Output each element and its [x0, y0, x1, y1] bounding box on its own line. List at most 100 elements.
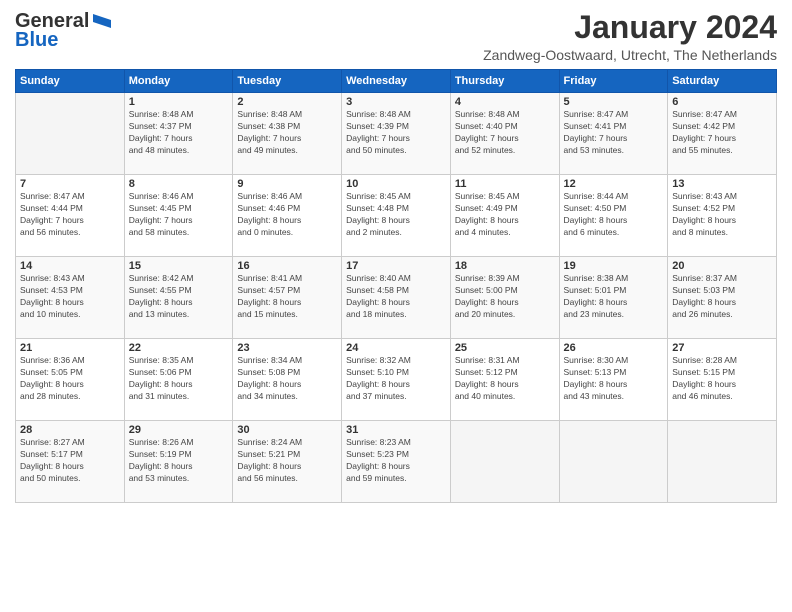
day-number: 31	[346, 424, 446, 436]
day-info: Sunrise: 8:48 AMSunset: 4:39 PMDaylight:…	[346, 109, 446, 157]
day-info: Sunrise: 8:36 AMSunset: 5:05 PMDaylight:…	[20, 355, 120, 403]
day-number: 9	[237, 178, 337, 190]
day-info: Sunrise: 8:44 AMSunset: 4:50 PMDaylight:…	[564, 191, 664, 239]
cell-w1-d5: 5Sunrise: 8:47 AMSunset: 4:41 PMDaylight…	[559, 93, 668, 175]
day-number: 24	[346, 342, 446, 354]
day-number: 12	[564, 178, 664, 190]
logo-blue: Blue	[15, 29, 58, 52]
cell-w2-d4: 11Sunrise: 8:45 AMSunset: 4:49 PMDayligh…	[450, 175, 559, 257]
day-number: 13	[672, 178, 772, 190]
cell-w5-d5	[559, 421, 668, 503]
day-info: Sunrise: 8:31 AMSunset: 5:12 PMDaylight:…	[455, 355, 555, 403]
col-tuesday: Tuesday	[233, 70, 342, 93]
cell-w1-d1: 1Sunrise: 8:48 AMSunset: 4:37 PMDaylight…	[124, 93, 233, 175]
day-info: Sunrise: 8:30 AMSunset: 5:13 PMDaylight:…	[564, 355, 664, 403]
cell-w4-d3: 24Sunrise: 8:32 AMSunset: 5:10 PMDayligh…	[342, 339, 451, 421]
day-number: 8	[129, 178, 229, 190]
cell-w3-d5: 19Sunrise: 8:38 AMSunset: 5:01 PMDayligh…	[559, 257, 668, 339]
day-info: Sunrise: 8:43 AMSunset: 4:53 PMDaylight:…	[20, 273, 120, 321]
week-row-5: 28Sunrise: 8:27 AMSunset: 5:17 PMDayligh…	[16, 421, 777, 503]
cell-w3-d3: 17Sunrise: 8:40 AMSunset: 4:58 PMDayligh…	[342, 257, 451, 339]
cell-w3-d6: 20Sunrise: 8:37 AMSunset: 5:03 PMDayligh…	[668, 257, 777, 339]
day-info: Sunrise: 8:46 AMSunset: 4:45 PMDaylight:…	[129, 191, 229, 239]
week-row-2: 7Sunrise: 8:47 AMSunset: 4:44 PMDaylight…	[16, 175, 777, 257]
day-info: Sunrise: 8:26 AMSunset: 5:19 PMDaylight:…	[129, 437, 229, 485]
cell-w4-d1: 22Sunrise: 8:35 AMSunset: 5:06 PMDayligh…	[124, 339, 233, 421]
day-info: Sunrise: 8:32 AMSunset: 5:10 PMDaylight:…	[346, 355, 446, 403]
week-row-3: 14Sunrise: 8:43 AMSunset: 4:53 PMDayligh…	[16, 257, 777, 339]
cell-w5-d0: 28Sunrise: 8:27 AMSunset: 5:17 PMDayligh…	[16, 421, 125, 503]
cell-w5-d1: 29Sunrise: 8:26 AMSunset: 5:19 PMDayligh…	[124, 421, 233, 503]
cell-w2-d5: 12Sunrise: 8:44 AMSunset: 4:50 PMDayligh…	[559, 175, 668, 257]
day-info: Sunrise: 8:24 AMSunset: 5:21 PMDaylight:…	[237, 437, 337, 485]
day-number: 22	[129, 342, 229, 354]
day-number: 17	[346, 260, 446, 272]
title-section: January 2024 Zandweg-Oostwaard, Utrecht,…	[483, 10, 777, 63]
day-number: 1	[129, 96, 229, 108]
day-number: 3	[346, 96, 446, 108]
header-row: Sunday Monday Tuesday Wednesday Thursday…	[16, 70, 777, 93]
col-thursday: Thursday	[450, 70, 559, 93]
cell-w4-d4: 25Sunrise: 8:31 AMSunset: 5:12 PMDayligh…	[450, 339, 559, 421]
cell-w3-d2: 16Sunrise: 8:41 AMSunset: 4:57 PMDayligh…	[233, 257, 342, 339]
day-info: Sunrise: 8:48 AMSunset: 4:38 PMDaylight:…	[237, 109, 337, 157]
day-info: Sunrise: 8:43 AMSunset: 4:52 PMDaylight:…	[672, 191, 772, 239]
cell-w2-d0: 7Sunrise: 8:47 AMSunset: 4:44 PMDaylight…	[16, 175, 125, 257]
cell-w3-d1: 15Sunrise: 8:42 AMSunset: 4:55 PMDayligh…	[124, 257, 233, 339]
week-row-1: 1Sunrise: 8:48 AMSunset: 4:37 PMDaylight…	[16, 93, 777, 175]
cell-w5-d3: 31Sunrise: 8:23 AMSunset: 5:23 PMDayligh…	[342, 421, 451, 503]
logo: General Blue	[15, 10, 113, 52]
cell-w4-d6: 27Sunrise: 8:28 AMSunset: 5:15 PMDayligh…	[668, 339, 777, 421]
day-number: 23	[237, 342, 337, 354]
day-number: 27	[672, 342, 772, 354]
col-monday: Monday	[124, 70, 233, 93]
day-number: 18	[455, 260, 555, 272]
day-info: Sunrise: 8:48 AMSunset: 4:40 PMDaylight:…	[455, 109, 555, 157]
day-number: 28	[20, 424, 120, 436]
day-number: 4	[455, 96, 555, 108]
header: General Blue January 2024 Zandweg-Oostwa…	[15, 10, 777, 63]
day-number: 10	[346, 178, 446, 190]
day-info: Sunrise: 8:45 AMSunset: 4:48 PMDaylight:…	[346, 191, 446, 239]
day-number: 26	[564, 342, 664, 354]
day-info: Sunrise: 8:47 AMSunset: 4:42 PMDaylight:…	[672, 109, 772, 157]
cell-w1-d3: 3Sunrise: 8:48 AMSunset: 4:39 PMDaylight…	[342, 93, 451, 175]
cell-w2-d2: 9Sunrise: 8:46 AMSunset: 4:46 PMDaylight…	[233, 175, 342, 257]
day-number: 6	[672, 96, 772, 108]
cell-w4-d0: 21Sunrise: 8:36 AMSunset: 5:05 PMDayligh…	[16, 339, 125, 421]
day-number: 20	[672, 260, 772, 272]
day-number: 5	[564, 96, 664, 108]
day-info: Sunrise: 8:47 AMSunset: 4:44 PMDaylight:…	[20, 191, 120, 239]
cell-w1-d6: 6Sunrise: 8:47 AMSunset: 4:42 PMDaylight…	[668, 93, 777, 175]
cell-w2-d3: 10Sunrise: 8:45 AMSunset: 4:48 PMDayligh…	[342, 175, 451, 257]
day-info: Sunrise: 8:45 AMSunset: 4:49 PMDaylight:…	[455, 191, 555, 239]
cell-w3-d4: 18Sunrise: 8:39 AMSunset: 5:00 PMDayligh…	[450, 257, 559, 339]
cell-w5-d6	[668, 421, 777, 503]
day-info: Sunrise: 8:37 AMSunset: 5:03 PMDaylight:…	[672, 273, 772, 321]
cell-w2-d1: 8Sunrise: 8:46 AMSunset: 4:45 PMDaylight…	[124, 175, 233, 257]
day-number: 30	[237, 424, 337, 436]
cell-w3-d0: 14Sunrise: 8:43 AMSunset: 4:53 PMDayligh…	[16, 257, 125, 339]
cell-w5-d2: 30Sunrise: 8:24 AMSunset: 5:21 PMDayligh…	[233, 421, 342, 503]
day-number: 2	[237, 96, 337, 108]
day-number: 15	[129, 260, 229, 272]
cell-w2-d6: 13Sunrise: 8:43 AMSunset: 4:52 PMDayligh…	[668, 175, 777, 257]
day-info: Sunrise: 8:34 AMSunset: 5:08 PMDaylight:…	[237, 355, 337, 403]
page: General Blue January 2024 Zandweg-Oostwa…	[0, 0, 792, 612]
cell-w4-d2: 23Sunrise: 8:34 AMSunset: 5:08 PMDayligh…	[233, 339, 342, 421]
day-info: Sunrise: 8:46 AMSunset: 4:46 PMDaylight:…	[237, 191, 337, 239]
col-sunday: Sunday	[16, 70, 125, 93]
month-title: January 2024	[483, 10, 777, 45]
calendar-table: Sunday Monday Tuesday Wednesday Thursday…	[15, 69, 777, 503]
cell-w1-d4: 4Sunrise: 8:48 AMSunset: 4:40 PMDaylight…	[450, 93, 559, 175]
cell-w1-d0	[16, 93, 125, 175]
location-title: Zandweg-Oostwaard, Utrecht, The Netherla…	[483, 47, 777, 63]
cell-w5-d4	[450, 421, 559, 503]
day-info: Sunrise: 8:23 AMSunset: 5:23 PMDaylight:…	[346, 437, 446, 485]
day-number: 25	[455, 342, 555, 354]
day-number: 11	[455, 178, 555, 190]
day-info: Sunrise: 8:40 AMSunset: 4:58 PMDaylight:…	[346, 273, 446, 321]
day-info: Sunrise: 8:35 AMSunset: 5:06 PMDaylight:…	[129, 355, 229, 403]
day-number: 16	[237, 260, 337, 272]
day-number: 29	[129, 424, 229, 436]
